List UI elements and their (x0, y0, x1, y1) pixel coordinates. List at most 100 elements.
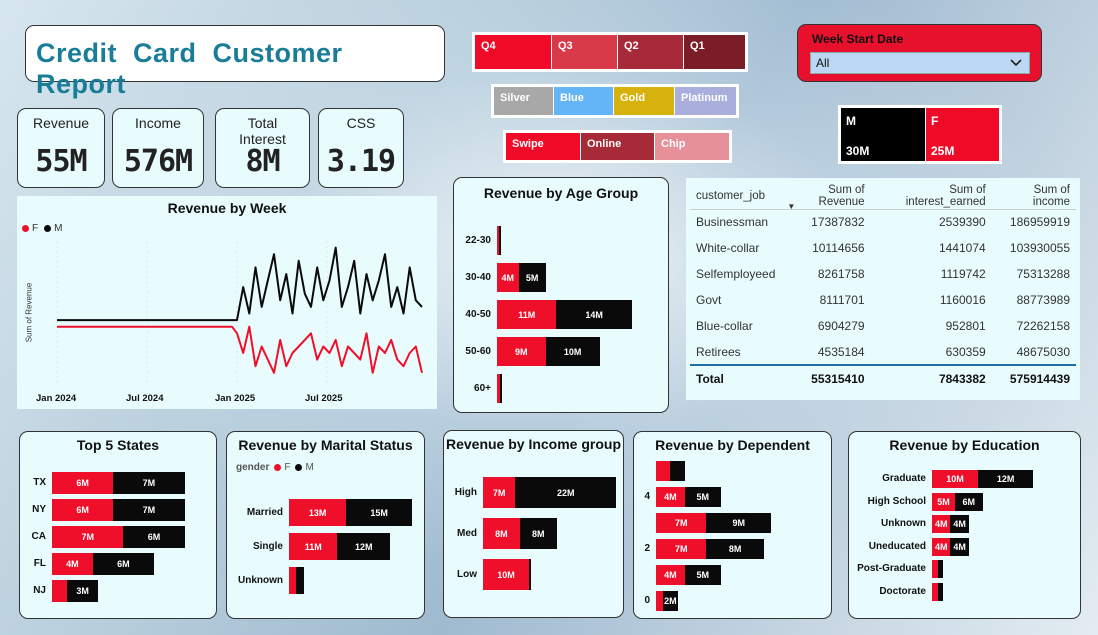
bar-segment-male[interactable]: 12M (978, 470, 1034, 488)
table-row[interactable]: Businessman 17387832 2539390 186959919 (690, 209, 1076, 235)
card-category-item[interactable]: Gold (614, 87, 674, 115)
bar-segment-male[interactable] (295, 567, 305, 594)
table-row[interactable]: Govt 8111701 1160016 88773989 (690, 287, 1076, 313)
revenue-by-dependent-chart: Revenue by Dependent 4 4M 5M 7M 9M 2 7M 8M 4M 5M 0… (633, 431, 832, 619)
bar-segment-male[interactable]: 3M (67, 580, 98, 602)
card-category-item[interactable]: Platinum (675, 87, 736, 115)
use-chip-item[interactable]: Chip (655, 133, 729, 160)
table-cell: 8261758 (817, 267, 865, 281)
week-start-date-filter: Week Start Date All (797, 24, 1042, 82)
sort-desc-icon: ▼ (787, 201, 796, 211)
bar-segment-male[interactable] (670, 461, 685, 481)
table-cell: 48675030 (1016, 344, 1070, 359)
bar-segment-male[interactable]: 6M (955, 492, 983, 511)
bar-segment-female[interactable]: 7M (483, 477, 516, 508)
bar-segment-male[interactable] (499, 226, 501, 255)
table-row[interactable]: Blue-collar 6904279 952801 72262158 (690, 313, 1076, 339)
bar-segment-female[interactable]: 8M (483, 518, 520, 549)
table-cell: 1119742 (940, 267, 986, 281)
quarter-slicer-item[interactable]: Q4 (475, 35, 551, 69)
table-cell: Govt (696, 293, 722, 307)
bar-segment-male[interactable]: 12M (337, 533, 391, 560)
bar-segment-male[interactable]: 22M (515, 477, 617, 508)
bar-segment-female[interactable]: 7M (52, 526, 124, 548)
bar-segment-female[interactable] (289, 567, 296, 594)
bar-segment-male[interactable]: 4M (950, 515, 969, 533)
bar-segment-male[interactable]: 8M (519, 518, 557, 549)
table-row[interactable]: Retirees 4535184 630359 48675030 (690, 339, 1076, 365)
kpi-value: 8M (245, 144, 280, 179)
table-cell: Retirees (696, 344, 741, 359)
bar-segment-female[interactable]: 9M (497, 337, 546, 366)
bar-segment-male[interactable]: 4M (950, 537, 969, 556)
quarter-slicer-item[interactable]: Q2 (617, 35, 683, 69)
bar-segment-male[interactable]: 2M (663, 591, 678, 611)
week-line-plot (56, 241, 423, 386)
use-chip-item[interactable]: Online (581, 133, 654, 160)
gender-revenue-cards: M 30M F 25M (838, 105, 1002, 164)
bar-segment-female[interactable]: 10M (483, 559, 529, 590)
table-row[interactable]: Selfemployeed 8261758 1119742 75313288 (690, 261, 1076, 287)
column-header[interactable]: Sum of Revenue ▼ (781, 183, 871, 211)
bar-segment-female[interactable]: 6M (52, 472, 114, 494)
category-label: NJ (33, 585, 46, 596)
series-line-m[interactable] (57, 246, 423, 322)
use-chip-item[interactable]: Swipe (506, 133, 580, 160)
column-header[interactable]: customer_job (690, 183, 782, 210)
bar-segment-female[interactable]: 4M (932, 515, 951, 533)
bar-segment-female[interactable]: 4M (932, 537, 951, 556)
bar-segment-male[interactable] (937, 560, 943, 578)
bar-segment-male[interactable]: 8M (706, 539, 764, 559)
bar-segment-male[interactable]: 5M (518, 263, 546, 292)
quarter-slicer-item[interactable]: Q3 (551, 35, 617, 69)
gender-card-f[interactable]: F 25M (926, 108, 999, 161)
category-label: Doctorate (879, 585, 926, 597)
category-label: Unknown (881, 518, 926, 529)
bar-segment-female[interactable] (656, 591, 664, 611)
bar-segment-male[interactable]: 15M (346, 499, 413, 526)
bar-segment-male[interactable]: 9M (706, 513, 772, 533)
table-cell: 186959919 (1009, 215, 1070, 230)
bar-segment-female[interactable]: 5M (932, 492, 955, 511)
bar-segment-male[interactable] (937, 582, 943, 601)
bar-segment-female[interactable]: 4M (497, 263, 519, 292)
gender-card-value: 25M (931, 144, 955, 158)
bar-segment-female[interactable] (656, 461, 671, 481)
bar-segment-female[interactable]: 10M (932, 470, 978, 488)
bar-segment-male[interactable]: 14M (556, 300, 632, 329)
gender-card-m[interactable]: M 30M (841, 108, 925, 161)
use-chip-slicer: Swipe Online Chip (503, 130, 732, 163)
bar-segment-female[interactable]: 7M (656, 513, 707, 533)
bar-segment-female[interactable]: 4M (656, 565, 685, 585)
bar-segment-male[interactable]: 5M (684, 487, 721, 507)
column-header[interactable]: Sum of income (991, 183, 1076, 210)
bar-segment-female[interactable]: 7M (656, 539, 707, 559)
bar-segment-female[interactable]: 11M (289, 533, 338, 560)
bar-segment-female[interactable]: 6M (52, 499, 114, 521)
bar-segment-female[interactable]: 13M (289, 499, 347, 526)
bar-segment-male[interactable]: 7M (113, 499, 185, 521)
category-label: NY (32, 504, 46, 515)
bar-segment-male[interactable]: 10M (545, 337, 600, 366)
revenue-by-marital-status-chart: Revenue by Marital Status gender F M Mar… (226, 431, 425, 619)
table-cell: 88773989 (1016, 293, 1070, 307)
week-dropdown[interactable]: All (810, 52, 1030, 74)
bar-segment-male[interactable]: 6M (92, 553, 154, 575)
x-tick-label: Jan 2025 (215, 393, 256, 404)
table-cell: 1441074 (938, 241, 986, 255)
bar-segment-male[interactable] (500, 374, 503, 403)
bar-segment-male[interactable]: 6M (123, 526, 185, 548)
card-category-item[interactable]: Silver (494, 87, 553, 115)
bar-segment-male[interactable]: 5M (684, 565, 721, 585)
bar-segment-female[interactable]: 11M (497, 300, 557, 329)
card-category-item[interactable]: Blue (554, 87, 613, 115)
table-row[interactable]: White-collar 10114656 1441074 103930055 (690, 235, 1076, 261)
quarter-slicer-item[interactable]: Q1 (683, 35, 745, 69)
bar-segment-female[interactable] (52, 580, 68, 602)
bar-segment-male[interactable] (529, 559, 532, 590)
bar-segment-female[interactable]: 4M (656, 487, 685, 507)
column-header[interactable]: Sum of interest_earned (870, 183, 992, 210)
bar-segment-male[interactable]: 7M (113, 472, 185, 494)
series-line-f[interactable] (57, 325, 423, 374)
bar-segment-female[interactable]: 4M (52, 553, 93, 575)
